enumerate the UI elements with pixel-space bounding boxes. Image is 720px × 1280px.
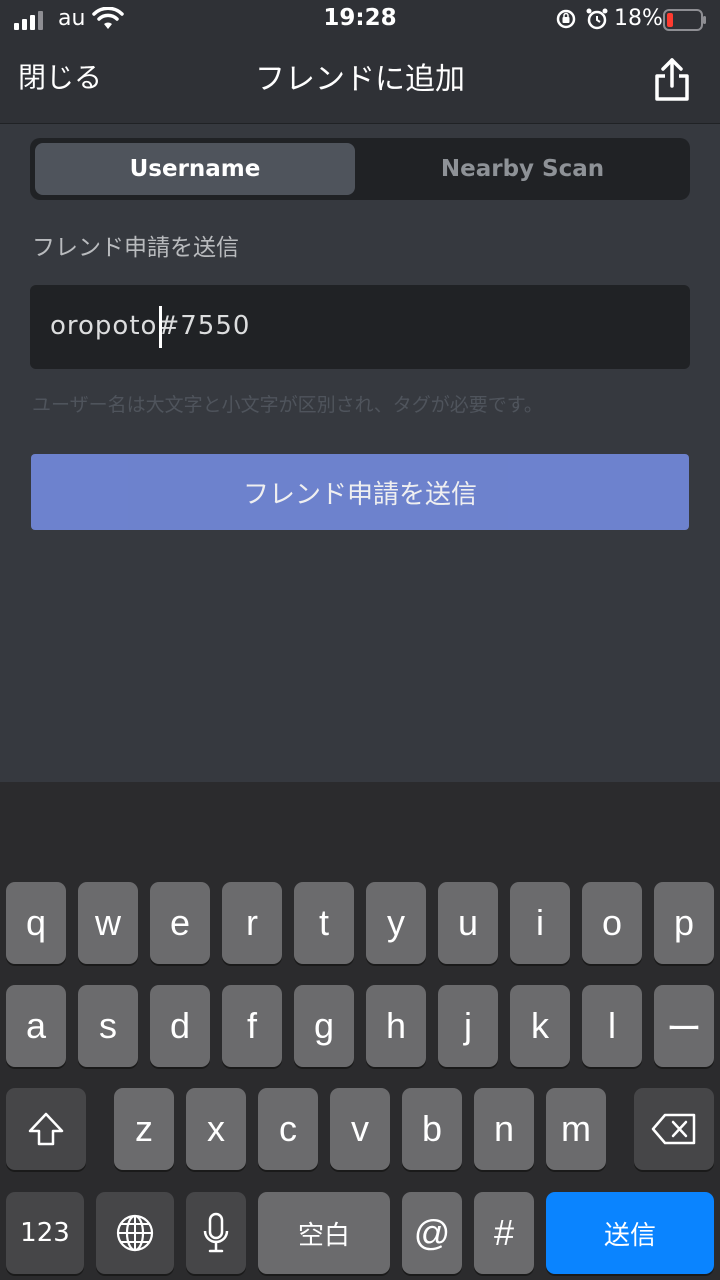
key-a[interactable]: a bbox=[6, 985, 66, 1067]
globe-icon bbox=[116, 1214, 154, 1252]
key-u[interactable]: u bbox=[438, 882, 498, 964]
key-w[interactable]: w bbox=[78, 882, 138, 964]
add-friend-mode-tabs: Username Nearby Scan bbox=[30, 138, 690, 200]
share-icon[interactable] bbox=[652, 58, 692, 102]
dictation-key[interactable] bbox=[186, 1192, 246, 1274]
key-b[interactable]: b bbox=[402, 1088, 462, 1170]
key-q[interactable]: q bbox=[6, 882, 66, 964]
input-hint: ユーザー名は大文字と小文字が区別され、タグが必要です。 bbox=[32, 394, 543, 416]
key-d[interactable]: d bbox=[150, 985, 210, 1067]
clock: 19:28 bbox=[323, 5, 397, 31]
section-label: フレンド申請を送信 bbox=[32, 235, 239, 261]
top-header: au 19:28 18% 閉じる フレンドに追加 bbox=[0, 0, 720, 124]
numbers-key[interactable]: 123 bbox=[6, 1192, 84, 1274]
shift-key[interactable] bbox=[6, 1088, 86, 1170]
key-m[interactable]: m bbox=[546, 1088, 606, 1170]
key-p[interactable]: p bbox=[654, 882, 714, 964]
key-n[interactable]: n bbox=[474, 1088, 534, 1170]
key-y[interactable]: y bbox=[366, 882, 426, 964]
alarm-icon bbox=[586, 8, 608, 30]
microphone-icon bbox=[203, 1212, 229, 1253]
key-o[interactable]: o bbox=[582, 882, 642, 964]
key-j[interactable]: j bbox=[438, 985, 498, 1067]
key-e[interactable]: e bbox=[150, 882, 210, 964]
shift-icon bbox=[28, 1112, 64, 1146]
tab-username[interactable]: Username bbox=[35, 143, 355, 195]
key-v[interactable]: v bbox=[330, 1088, 390, 1170]
backspace-icon bbox=[651, 1113, 696, 1145]
key-long-dash[interactable]: ー bbox=[654, 985, 714, 1067]
battery-percentage: 18% bbox=[614, 6, 663, 31]
globe-key[interactable] bbox=[96, 1192, 174, 1274]
tab-nearby-scan[interactable]: Nearby Scan bbox=[360, 143, 685, 195]
return-send-key[interactable]: 送信 bbox=[546, 1192, 714, 1274]
orientation-lock-icon bbox=[556, 9, 576, 29]
key-g[interactable]: g bbox=[294, 985, 354, 1067]
username-input-value: oropoto#7550 bbox=[50, 311, 251, 341]
software-keyboard: q w e r t y u i o p a s d f g h j k l ー … bbox=[0, 782, 720, 1280]
page-title: フレンドに追加 bbox=[255, 62, 465, 97]
username-input[interactable]: oropoto#7550 bbox=[30, 285, 690, 369]
send-friend-request-button[interactable]: フレンド申請を送信 bbox=[31, 454, 689, 530]
key-at[interactable]: @ bbox=[402, 1192, 462, 1274]
space-key[interactable]: 空白 bbox=[258, 1192, 390, 1274]
battery-icon bbox=[663, 9, 706, 31]
key-s[interactable]: s bbox=[78, 985, 138, 1067]
key-f[interactable]: f bbox=[222, 985, 282, 1067]
key-x[interactable]: x bbox=[186, 1088, 246, 1170]
text-caret bbox=[159, 306, 162, 348]
key-k[interactable]: k bbox=[510, 985, 570, 1067]
key-h[interactable]: h bbox=[366, 985, 426, 1067]
key-i[interactable]: i bbox=[510, 882, 570, 964]
key-c[interactable]: c bbox=[258, 1088, 318, 1170]
key-t[interactable]: t bbox=[294, 882, 354, 964]
key-hash[interactable]: # bbox=[474, 1192, 534, 1274]
key-r[interactable]: r bbox=[222, 882, 282, 964]
key-z[interactable]: z bbox=[114, 1088, 174, 1170]
status-bar: au 19:28 18% bbox=[0, 0, 720, 40]
key-l[interactable]: l bbox=[582, 985, 642, 1067]
backspace-key[interactable] bbox=[634, 1088, 714, 1170]
